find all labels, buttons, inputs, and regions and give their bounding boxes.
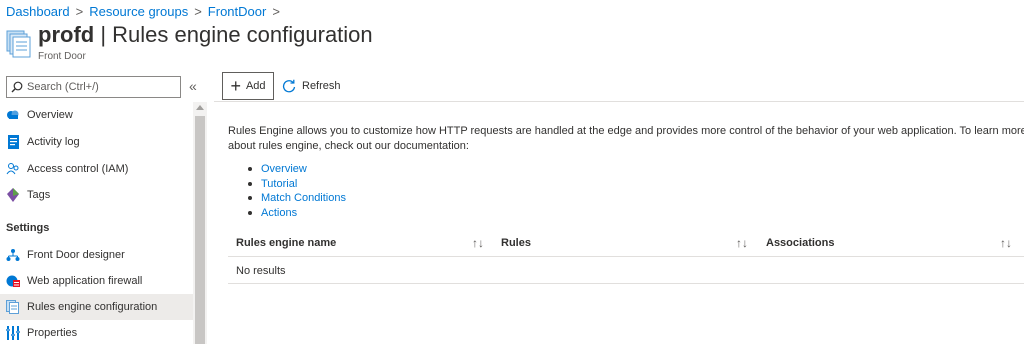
breadcrumb-resource-groups[interactable]: Resource groups	[89, 4, 188, 19]
column-header-associations[interactable]: Associations	[766, 237, 834, 249]
chevron-right-icon: >	[75, 3, 84, 19]
scrollbar-thumb[interactable]	[195, 116, 205, 344]
properties-icon	[6, 326, 20, 340]
sidebar-scrollbar[interactable]	[193, 102, 207, 344]
link-match-conditions[interactable]: Match Conditions	[261, 192, 346, 204]
sidebar: Search (Ctrl+/) « Overview Activity log …	[0, 72, 207, 344]
sidebar-item-access-control[interactable]: Access control (IAM)	[0, 156, 193, 182]
column-header-rules-engine-name[interactable]: Rules engine name	[236, 237, 336, 249]
sidebar-item-label: Overview	[27, 109, 73, 121]
sidebar-item-overview[interactable]: Overview	[0, 102, 193, 128]
section-header-settings: Settings	[6, 222, 50, 234]
resource-name: profd	[38, 22, 95, 47]
plus-icon: +	[230, 76, 241, 96]
tag-icon	[6, 188, 20, 202]
table-header: Rules engine name ↑↓ Rules ↑↓ Associatio…	[228, 230, 1024, 257]
column-header-rules[interactable]: Rules	[501, 237, 531, 249]
sidebar-item-label: Rules engine configuration	[27, 301, 158, 313]
chevron-right-icon: >	[272, 3, 280, 19]
list-item: Actions	[248, 206, 346, 221]
sidebar-item-label: Tags	[27, 189, 51, 201]
collapse-sidebar-button[interactable]: «	[189, 78, 197, 94]
sidebar-item-rules-engine-configuration[interactable]: Rules engine configuration	[0, 294, 193, 320]
documentation-links: Overview Tutorial Match Conditions Actio…	[248, 162, 346, 220]
breadcrumb: Dashboard > Resource groups > FrontDoor …	[6, 2, 286, 20]
list-item: Match Conditions	[248, 191, 346, 206]
list-item: Overview	[248, 162, 346, 177]
divider	[214, 101, 1024, 102]
breadcrumb-frontdoor[interactable]: FrontDoor	[208, 4, 267, 19]
link-tutorial[interactable]: Tutorial	[261, 178, 297, 190]
firewall-icon	[6, 274, 20, 288]
people-icon	[6, 162, 20, 176]
breadcrumb-dashboard[interactable]: Dashboard	[6, 4, 70, 19]
sidebar-item-label: Properties	[27, 327, 78, 339]
designer-icon	[6, 248, 20, 262]
sidebar-item-label: Access control (IAM)	[27, 163, 129, 175]
sidebar-item-tags[interactable]: Tags	[0, 182, 193, 208]
empty-state-text: No results	[236, 265, 286, 277]
table-row: No results	[228, 258, 1024, 284]
resource-type: Front Door	[38, 51, 86, 62]
description-text: Rules Engine allows you to customize how…	[228, 125, 1024, 152]
sidebar-item-label: Front Door designer	[27, 249, 125, 261]
link-overview[interactable]: Overview	[261, 163, 307, 175]
sort-icon[interactable]: ↑↓	[1000, 236, 1012, 250]
page-title: profd | Rules engine configuration	[38, 22, 373, 48]
refresh-label: Refresh	[302, 80, 341, 92]
sidebar-item-front-door-designer[interactable]: Front Door designer	[0, 242, 193, 268]
chevron-right-icon: >	[194, 3, 202, 19]
rules-icon	[6, 300, 20, 314]
search-placeholder: Search (Ctrl+/)	[27, 81, 99, 93]
rules-engine-icon	[6, 30, 31, 58]
sidebar-item-label: Activity log	[27, 136, 80, 148]
command-bar: + Add Refresh	[222, 72, 341, 100]
blade-title: | Rules engine configuration	[94, 22, 373, 47]
refresh-button[interactable]: Refresh	[282, 79, 341, 93]
activity-log-icon	[6, 135, 20, 149]
sidebar-item-properties[interactable]: Properties	[0, 320, 193, 344]
cloud-icon	[6, 108, 20, 122]
search-icon	[11, 81, 23, 93]
add-button[interactable]: + Add	[222, 72, 274, 100]
sidebar-item-label: Web application firewall	[27, 275, 143, 287]
list-item: Tutorial	[248, 177, 346, 192]
sort-icon[interactable]: ↑↓	[472, 236, 484, 250]
add-label: Add	[245, 80, 266, 92]
link-actions[interactable]: Actions	[261, 207, 297, 219]
sidebar-item-activity-log[interactable]: Activity log	[0, 129, 193, 155]
scroll-up-icon[interactable]	[196, 105, 204, 110]
sidebar-item-web-application-firewall[interactable]: Web application firewall	[0, 268, 193, 294]
search-input[interactable]: Search (Ctrl+/)	[6, 76, 181, 98]
sort-icon[interactable]: ↑↓	[736, 236, 748, 250]
refresh-icon	[282, 79, 296, 93]
